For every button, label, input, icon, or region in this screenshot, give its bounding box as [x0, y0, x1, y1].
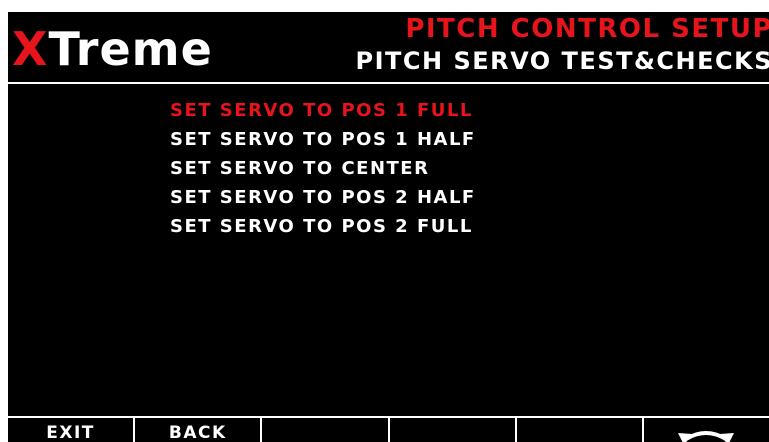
softkey-5[interactable] [517, 418, 644, 442]
softkey-bar: EXIT BACK [8, 416, 769, 442]
menu-item-center[interactable]: SET SERVO TO CENTER [170, 154, 476, 183]
page-title: PITCH CONTROL SETUP [405, 14, 769, 44]
menu-item-pos2-half[interactable]: SET SERVO TO POS 2 HALF [170, 183, 476, 212]
menu-item-pos1-full[interactable]: SET SERVO TO POS 1 FULL [170, 96, 476, 125]
logo-x: X [12, 22, 49, 76]
xtreme-logo: XTreme [12, 22, 213, 76]
rotary-knob-icon [678, 431, 735, 442]
header: XTreme PITCH CONTROL SETUP PITCH SERVO T… [8, 12, 769, 84]
menu-item-pos1-half[interactable]: SET SERVO TO POS 1 HALF [170, 125, 476, 154]
exit-button[interactable]: EXIT [8, 418, 136, 442]
softkey-4[interactable] [390, 418, 517, 442]
softkey-3[interactable] [262, 418, 390, 442]
page-subtitle: PITCH SERVO TEST&CHECKS [355, 47, 769, 75]
device-screen: XTreme PITCH CONTROL SETUP PITCH SERVO T… [8, 12, 769, 442]
menu-item-pos2-full[interactable]: SET SERVO TO POS 2 FULL [170, 212, 476, 241]
menu-list: SET SERVO TO POS 1 FULL SET SERVO TO POS… [170, 96, 476, 241]
rotary-knob-button[interactable] [644, 418, 769, 442]
back-button[interactable]: BACK [135, 418, 263, 442]
logo-rest: Treme [48, 22, 213, 76]
